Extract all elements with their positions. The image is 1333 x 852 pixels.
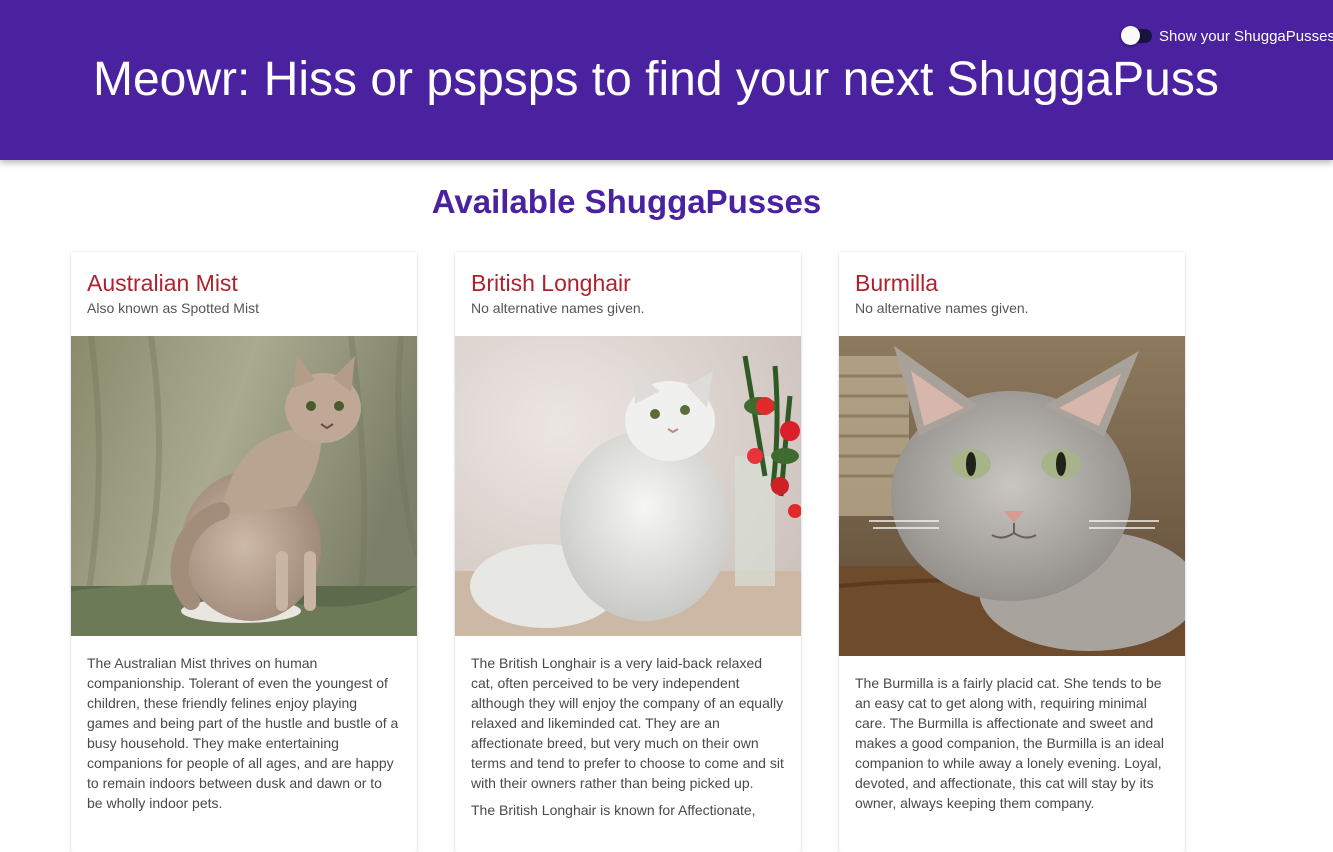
toggle-knob[interactable] — [1121, 26, 1140, 45]
cat-photo — [839, 336, 1185, 656]
card-title: Burmilla — [855, 270, 939, 296]
card-description: The British Longhair is a very laid-back… — [455, 636, 801, 820]
card-title: British Longhair — [471, 270, 631, 296]
card-subtitle: No alternative names given. — [471, 300, 645, 316]
card-description-text: The British Longhair is known for Affect… — [471, 802, 756, 818]
card-subtitle: No alternative names given. — [855, 300, 1029, 316]
section-title: Available ShuggaPusses — [431, 183, 822, 220]
breed-card-australian-mist[interactable]: Australian Mist Also known as Spotted Mi… — [71, 252, 417, 852]
breed-card-british-longhair[interactable]: British Longhair No alternative names gi… — [455, 252, 801, 852]
card-description-text: The Burmilla is a fairly placid cat. She… — [855, 675, 1164, 811]
card-subtitle: Also known as Spotted Mist — [87, 300, 259, 316]
card-description-text: The Australian Mist thrives on human com… — [87, 655, 399, 811]
card-header: British Longhair No alternative names gi… — [455, 252, 801, 336]
cat-photo — [71, 336, 417, 636]
show-shuggapusses-toggle[interactable]: Show your ShuggaPusses — [1121, 25, 1333, 47]
breed-card-burmilla[interactable]: Burmilla No alternative names given. The… — [839, 252, 1185, 852]
toggle-switch[interactable] — [1121, 26, 1152, 45]
app-bar: Show your ShuggaPusses Meowr: Hiss or ps… — [0, 0, 1333, 160]
cat-photo — [455, 336, 801, 636]
card-description: The Australian Mist thrives on human com… — [71, 636, 417, 813]
card-header: Burmilla No alternative names given. — [839, 252, 1185, 336]
card-header: Australian Mist Also known as Spotted Mi… — [71, 252, 417, 336]
card-title: Australian Mist — [87, 270, 238, 296]
card-description: The Burmilla is a fairly placid cat. She… — [839, 656, 1185, 813]
toggle-label[interactable]: Show your ShuggaPusses — [1159, 28, 1333, 45]
card-description-text: The British Longhair is a very laid-back… — [471, 655, 784, 791]
app-title: Meowr: Hiss or pspsps to find your next … — [93, 53, 1219, 106]
